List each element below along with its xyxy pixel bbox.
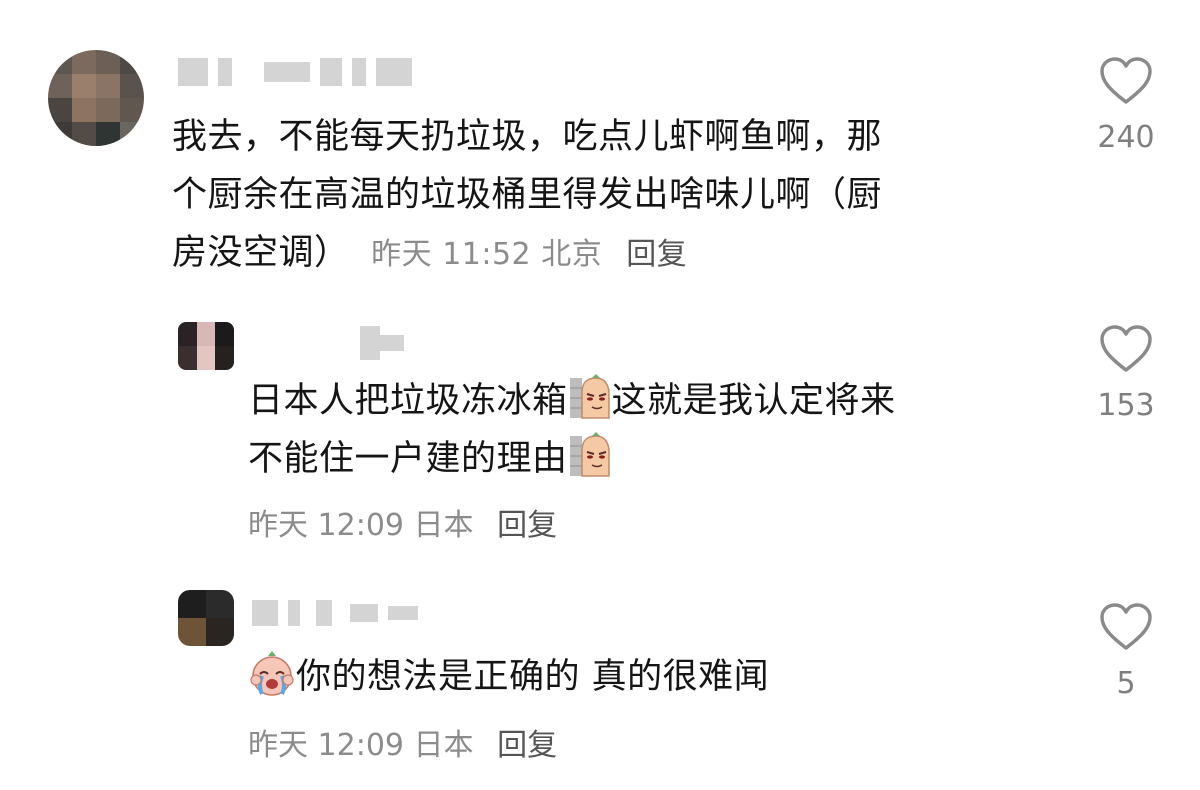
like-button[interactable]: 240 [1076,56,1176,155]
comment-text-line: 我去，不能每天扔垃圾，吃点儿虾啊鱼啊，那 [172,117,883,157]
comment-text: 日本人把垃圾冻冰箱 这就是我认定将来 不能住一户建的理由 [248,372,1048,488]
comment-text-fragment: 这就是我认定将来 [611,381,896,421]
username-masked[interactable] [178,58,412,86]
peeking-wall-emoji [569,374,610,419]
timestamp: 昨天 12:09 [248,728,404,763]
like-count: 5 [1116,666,1136,701]
comment-text-line: 个厨余在高温的垃圾桶里得发出啥味儿啊（厨 [172,175,883,215]
comment-text-fragment: 不能住一户建的理由 [248,439,568,479]
reply-button[interactable]: 回复 [497,728,557,763]
heart-outline-icon [1100,325,1152,372]
like-button[interactable]: 5 [1076,602,1176,701]
heart-outline-icon [1100,57,1152,104]
avatar[interactable] [178,322,234,370]
heart-outline-icon [1100,603,1152,650]
like-count: 240 [1097,120,1155,155]
reply-button[interactable]: 回复 [497,508,557,543]
avatar[interactable] [48,50,144,146]
comment-text-fragment: 你的想法是正确的 真的很难闻 [296,657,770,697]
username-masked[interactable] [360,326,404,360]
location: 日本 [413,508,474,543]
comment-text: 我去，不能每天扔垃圾，吃点儿虾啊鱼啊，那 个厨余在高温的垃圾桶里得发出啥味儿啊（… [172,108,1072,284]
comment-text-fragment: 日本人把垃圾冻冰箱 [248,381,568,421]
comment-text-line: 你的想法是正确的 真的很难闻 [248,648,1048,706]
comment-text-line: 不能住一户建的理由 [248,430,1048,488]
comment-text-line: 房没空调） [172,233,350,273]
reply-button[interactable]: 回复 [626,237,687,272]
comment-text-line: 日本人把垃圾冻冰箱 这就是我认定将来 [248,372,1048,430]
crying-face-emoji [250,651,294,696]
comment-meta: 昨天 12:09 日本 回复 [248,720,557,764]
timestamp: 昨天 11:52 [371,237,532,272]
comment-meta: 昨天 11:52 北京 回复 [371,237,687,272]
comment-meta: 昨天 12:09 日本 回复 [248,500,557,544]
timestamp: 昨天 12:09 [248,508,404,543]
comment-text-line: 房没空调） 昨天 11:52 北京 回复 [172,224,1072,284]
peeking-wall-emoji [569,432,610,477]
comment-text: 你的想法是正确的 真的很难闻 [248,648,1048,706]
like-count: 153 [1097,388,1155,423]
avatar[interactable] [178,590,234,646]
like-button[interactable]: 153 [1076,324,1176,423]
location: 北京 [541,237,603,272]
username-masked[interactable] [252,600,418,626]
location: 日本 [413,728,474,763]
